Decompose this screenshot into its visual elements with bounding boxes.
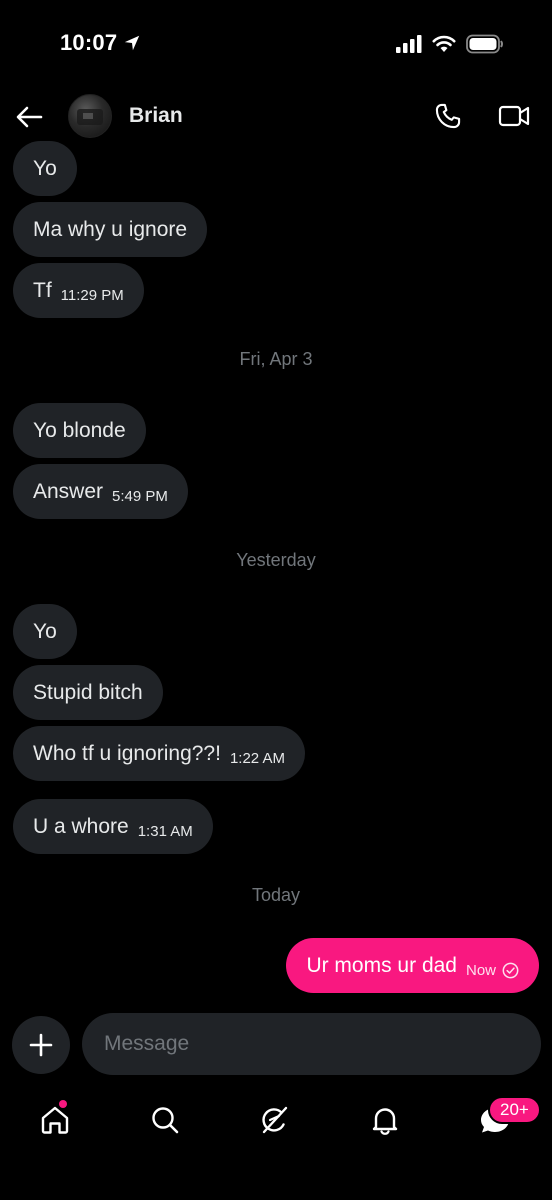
nav-search[interactable]: [145, 1100, 185, 1140]
message-text: Yo: [33, 619, 57, 643]
nav-grok[interactable]: [255, 1100, 295, 1140]
video-camera-icon: [498, 105, 530, 127]
signal-icon: [396, 35, 422, 53]
message-text: U a whore: [33, 814, 129, 838]
received-message[interactable]: Yo: [13, 141, 77, 196]
received-message[interactable]: Tf 11:29 PM: [13, 263, 144, 318]
date-separator: Yesterday: [236, 550, 316, 570]
bottom-navigation: [0, 1090, 552, 1150]
avatar[interactable]: [68, 94, 112, 138]
home-icon: [41, 1106, 69, 1134]
date-separator: Today: [251, 885, 301, 905]
phone-icon: [435, 103, 461, 129]
message-text: Tf: [33, 278, 52, 302]
battery-icon: [466, 34, 503, 54]
video-call-button[interactable]: [496, 100, 532, 132]
status-indicators: [396, 34, 504, 54]
message-text: Answer: [33, 479, 104, 503]
received-message[interactable]: Answer 5:49 PM: [13, 464, 188, 519]
avatar-image-icon: [77, 109, 103, 125]
received-message[interactable]: Ma why u ignore: [13, 202, 208, 257]
voice-call-button[interactable]: [432, 100, 464, 132]
message-timestamp: 5:49 PM: [112, 488, 168, 505]
sent-message[interactable]: Ur moms ur dad Now: [286, 938, 539, 993]
contact-name[interactable]: Brian: [129, 104, 183, 128]
back-arrow-icon: [16, 106, 43, 128]
message-timestamp: 11:29 PM: [60, 287, 124, 304]
received-message[interactable]: Who tf u ignoring??! 1:22 AM: [13, 726, 305, 781]
message-text: Ma why u ignore: [33, 217, 188, 241]
received-message[interactable]: U a whore 1:31 AM: [13, 799, 213, 854]
message-text: Who tf u ignoring??!: [33, 741, 221, 765]
delivered-check-icon: [502, 962, 519, 979]
wifi-icon: [432, 35, 456, 52]
message-timestamp: 1:22 AM: [229, 750, 285, 767]
location-arrow-icon: [125, 35, 140, 51]
date-separator: Fri, Apr 3: [239, 349, 313, 369]
message-text: Stupid bitch: [33, 680, 143, 704]
message-text: Ur moms ur dad: [306, 953, 457, 977]
message-text: Yo: [33, 156, 57, 180]
messages-count-badge: 20+: [488, 1096, 541, 1124]
back-button[interactable]: [12, 100, 46, 134]
status-time: 10:07: [60, 30, 141, 56]
conversation-header: Brian: [0, 90, 552, 144]
received-message[interactable]: Stupid bitch: [13, 665, 163, 720]
grok-icon: [262, 1106, 288, 1134]
search-icon: [152, 1107, 179, 1134]
add-attachment-button[interactable]: [12, 1016, 70, 1074]
message-status: Now: [466, 962, 519, 979]
message-timestamp: Now: [465, 962, 496, 979]
message-text: Yo blonde: [33, 418, 126, 442]
received-message[interactable]: Yo blonde: [13, 403, 146, 458]
notifications-bell-icon: [372, 1108, 398, 1135]
status-time-text: 10:07: [60, 30, 118, 55]
message-input[interactable]: [82, 1013, 541, 1075]
message-timestamp: 1:31 AM: [137, 823, 193, 840]
home-notification-dot: [59, 1100, 67, 1108]
status-bar: 10:07: [0, 0, 552, 90]
nav-home[interactable]: [35, 1100, 75, 1140]
received-message[interactable]: Yo: [13, 604, 77, 659]
plus-icon: [29, 1033, 53, 1057]
nav-notifications[interactable]: [365, 1100, 405, 1140]
